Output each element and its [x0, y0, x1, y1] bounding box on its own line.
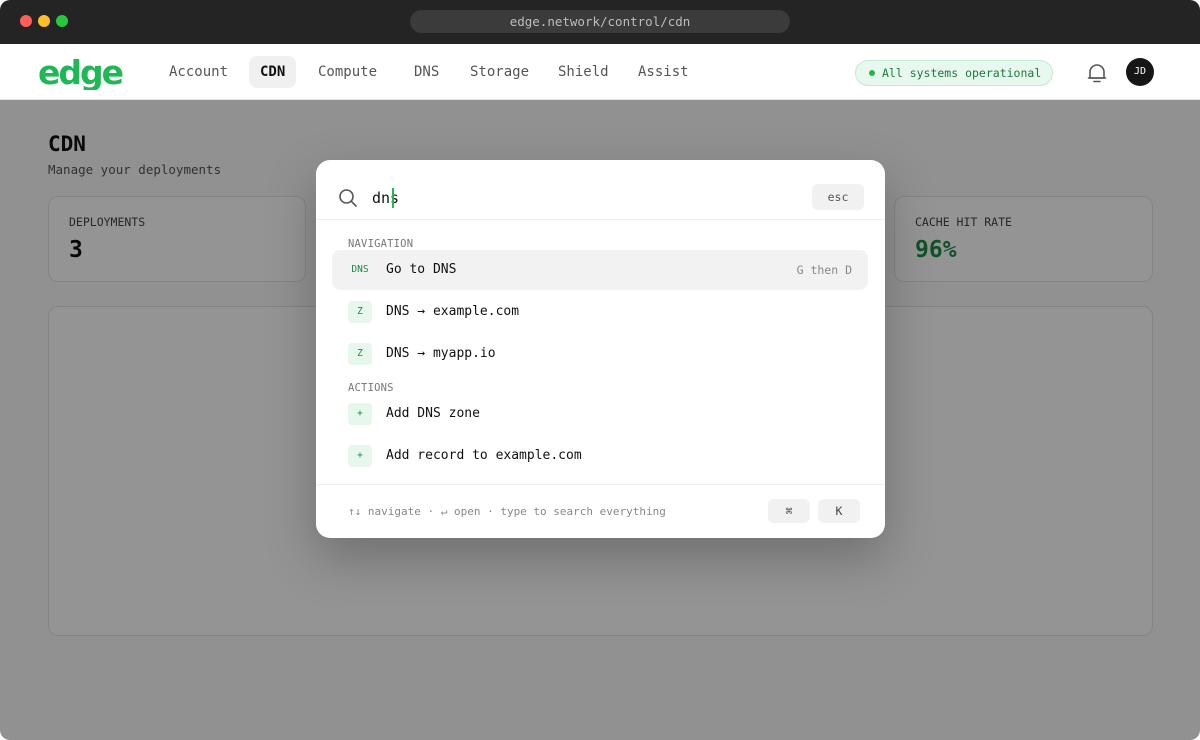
- app-header: edge Account CDN Compute DNS Storage Shi…: [0, 44, 1200, 100]
- browser-window: edge.network/control/cdn edge Account CD…: [0, 0, 1200, 740]
- close-window-button[interactable]: [20, 15, 32, 27]
- esc-key-badge[interactable]: esc: [812, 184, 864, 210]
- palette-footer: ↑↓ navigate · ↵ open · type to search ev…: [316, 484, 885, 538]
- dns-icon: DNS: [351, 264, 369, 275]
- avatar[interactable]: JD: [1126, 58, 1154, 86]
- edge-logo[interactable]: edge: [38, 58, 130, 90]
- section-label-navigation: NAVIGATION: [348, 238, 414, 250]
- cmd-key-badge: ⌘: [768, 499, 810, 523]
- maximize-window-button[interactable]: [56, 15, 68, 27]
- k-key-badge: K: [818, 499, 860, 523]
- status-text: All systems operational: [882, 66, 1042, 80]
- nav-item-account[interactable]: Account: [158, 56, 239, 88]
- command-label: DNS → myapp.io: [386, 346, 496, 361]
- command-dns-myapp-io[interactable]: Z DNS → myapp.io: [332, 334, 868, 374]
- command-add-dns-zone[interactable]: + Add DNS zone: [332, 394, 868, 434]
- command-shortcut-hint: G then D: [796, 263, 852, 277]
- plus-icon: +: [348, 445, 372, 467]
- section-label-actions: ACTIONS: [348, 382, 394, 394]
- command-dns-example-com[interactable]: Z DNS → example.com: [332, 292, 868, 332]
- command-label: Add record to example.com: [386, 448, 582, 463]
- command-palette: dns esc NAVIGATION DNS Go to DNS G then …: [316, 160, 885, 538]
- search-icon: [339, 189, 357, 207]
- keyboard-hint: ↑↓ navigate · ↵ open · type to search ev…: [348, 505, 666, 518]
- nav-item-compute[interactable]: Compute: [307, 56, 388, 88]
- zone-icon: Z: [348, 301, 372, 323]
- command-go-to-dns[interactable]: DNS Go to DNS G then D: [332, 250, 868, 290]
- nav-item-storage[interactable]: Storage: [459, 56, 540, 88]
- status-dot-icon: [869, 70, 875, 76]
- nav-item-assist[interactable]: Assist: [627, 56, 700, 88]
- browser-chrome: edge.network/control/cdn: [0, 0, 1200, 44]
- nav-item-cdn[interactable]: CDN: [249, 56, 297, 88]
- command-label: Go to DNS: [386, 262, 457, 277]
- palette-search-input[interactable]: dns: [372, 189, 399, 207]
- command-label: Add DNS zone: [386, 406, 480, 421]
- logo-text: edge: [38, 58, 123, 90]
- command-add-record[interactable]: + Add record to example.com: [332, 436, 868, 476]
- minimize-window-button[interactable]: [38, 15, 50, 27]
- palette-search-row: dns esc: [316, 160, 885, 220]
- nav-item-shield[interactable]: Shield: [547, 56, 620, 88]
- text-cursor: [392, 188, 394, 208]
- status-badge[interactable]: All systems operational: [855, 60, 1053, 86]
- address-bar[interactable]: edge.network/control/cdn: [410, 10, 790, 33]
- notifications-bell-icon[interactable]: [1086, 62, 1108, 84]
- plus-icon: +: [348, 403, 372, 425]
- nav-item-dns[interactable]: DNS: [403, 56, 450, 88]
- command-label: DNS → example.com: [386, 304, 520, 319]
- zone-icon: Z: [348, 343, 372, 365]
